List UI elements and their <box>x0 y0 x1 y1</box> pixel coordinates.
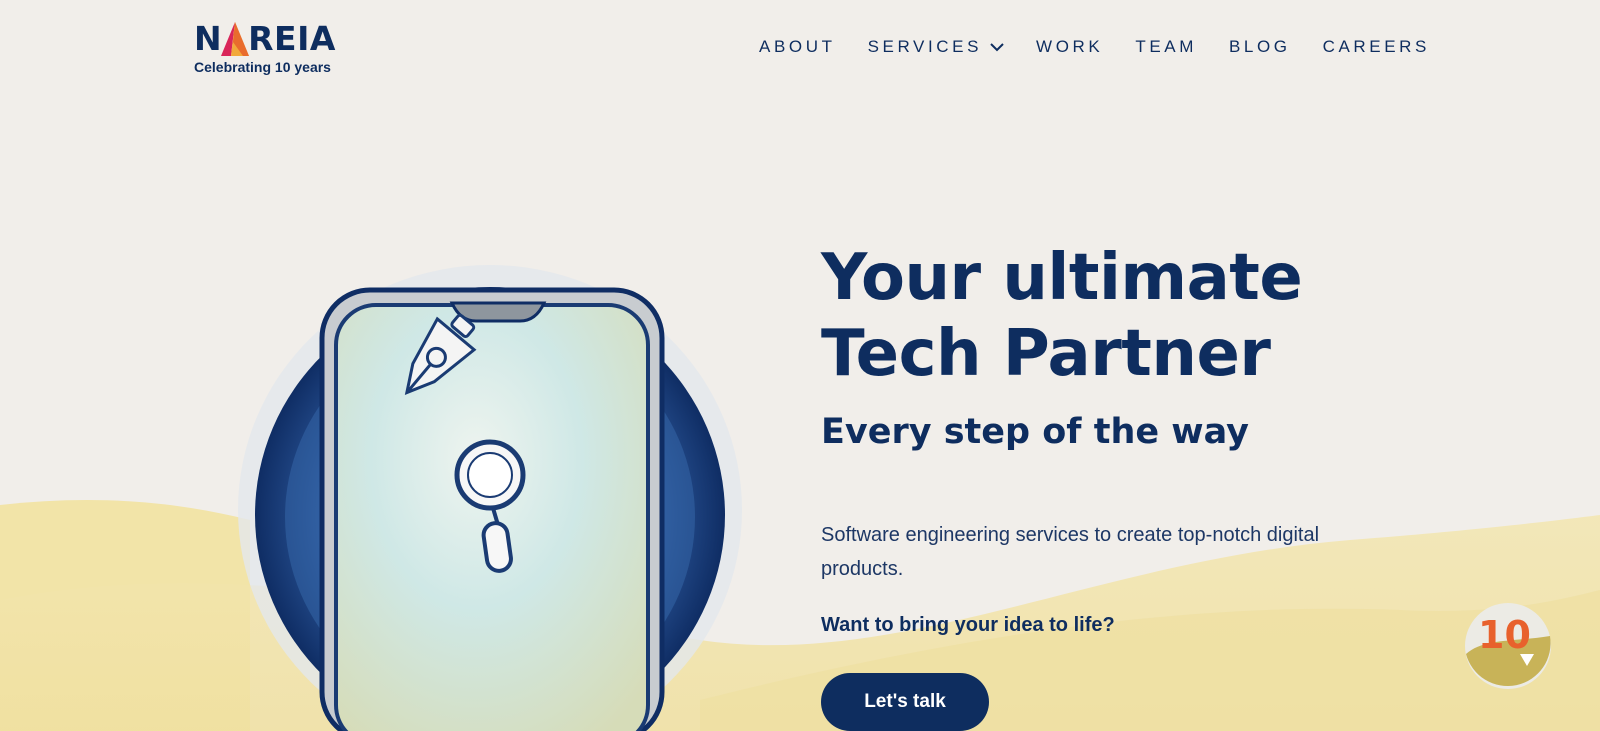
badge-label: 10 <box>1478 613 1531 657</box>
logo-a-mark-icon <box>221 22 249 56</box>
lets-talk-button[interactable]: Let's talk <box>821 673 989 731</box>
hero-description: Software engineering services to create … <box>821 524 1320 580</box>
hero-title: Your ultimate Tech Partner <box>821 240 1461 392</box>
logo-wordmark: N REIA <box>194 20 336 58</box>
nav-work[interactable]: WORK <box>1036 37 1103 57</box>
brand-logo[interactable]: N REIA Celebrating 10 years <box>194 20 364 80</box>
nav-about[interactable]: ABOUT <box>759 37 836 57</box>
site-header: N REIA Celebrating 10 years ABOUT SERVICE… <box>0 0 1600 100</box>
hero-title-line2: Tech Partner <box>821 317 1271 391</box>
nav-careers-label: CAREERS <box>1322 37 1430 56</box>
logo-tagline: Celebrating 10 years <box>194 59 331 75</box>
anniversary-badge[interactable]: 10 <box>1464 602 1552 690</box>
hero-cta-question: Want to bring your idea to life? <box>821 614 1115 636</box>
hero-subtitle: Every step of the way <box>821 412 1249 452</box>
nav-blog[interactable]: BLOG <box>1229 37 1291 57</box>
nav-careers[interactable]: CAREERS <box>1323 37 1430 57</box>
logo-letter-n: N <box>194 19 223 58</box>
hero-illustration <box>238 265 742 731</box>
nav-blog-label: BLOG <box>1228 37 1291 56</box>
hero-heading-block: Your ultimate Tech Partner Every step of… <box>821 240 1461 454</box>
nav-services[interactable]: SERVICES <box>868 37 1004 57</box>
hero-title-line1: Your ultimate <box>821 241 1303 315</box>
logo-letters-reia: REIA <box>248 19 336 58</box>
main-nav: ABOUT SERVICES WORK TEAM BLOG CAREERS <box>759 35 1430 59</box>
chevron-down-icon <box>990 43 1004 52</box>
nav-about-label: ABOUT <box>759 37 836 56</box>
nav-team[interactable]: TEAM <box>1135 37 1197 57</box>
nav-services-label: SERVICES <box>867 37 983 56</box>
nav-team-label: TEAM <box>1135 37 1197 56</box>
nav-work-label: WORK <box>1036 37 1104 56</box>
